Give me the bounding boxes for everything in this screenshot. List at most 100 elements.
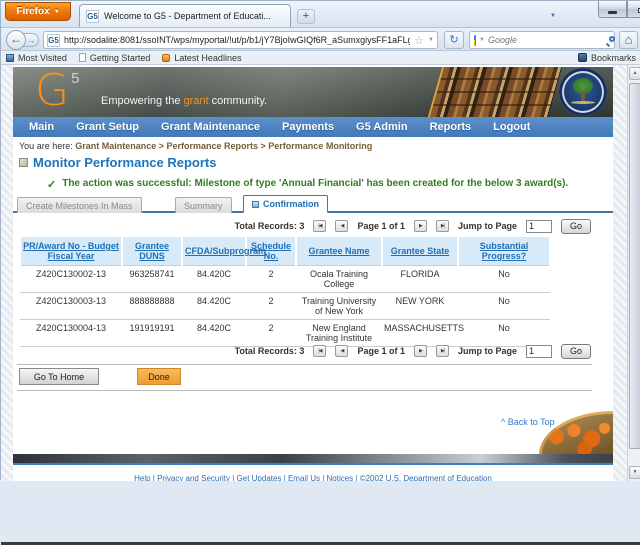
- tab-confirmation-label: Confirmation: [263, 199, 319, 209]
- bookmark-label: Most Visited: [18, 53, 67, 63]
- column-header-pr-award-no[interactable]: PR/Award No - Budget Fiscal Year: [23, 241, 119, 261]
- most-visited-icon: [6, 54, 14, 62]
- cell-award-no: Z420C130002-13: [20, 266, 122, 293]
- bookmark-star-icon[interactable]: ☆: [414, 34, 424, 47]
- previous-page-button[interactable]: ◀: [335, 220, 348, 232]
- page-icon: [79, 53, 86, 62]
- tab-create-milestones-in-mass[interactable]: Create Milestones In Mass: [17, 197, 142, 213]
- scroll-up-icon[interactable]: ▲: [629, 67, 640, 80]
- cell-cfda: 84.420C: [182, 266, 246, 293]
- page-content: G5 Empowering the grant community. Main …: [13, 65, 613, 481]
- menu-item-main[interactable]: Main: [29, 121, 54, 133]
- column-header-grantee-name[interactable]: Grantee Name: [308, 246, 369, 256]
- footer-image-bar: [13, 454, 613, 463]
- search-engine-dropdown-icon[interactable]: ▼: [479, 37, 485, 43]
- bookmarks-menu-label: Bookmarks: [591, 53, 636, 63]
- menu-item-payments[interactable]: Payments: [282, 121, 334, 133]
- divider: [17, 364, 592, 365]
- restore-button[interactable]: [627, 1, 640, 18]
- page-title-row: Monitor Performance Reports: [19, 155, 216, 170]
- page-count-label: Page 1 of 1: [357, 346, 405, 356]
- vertical-scrollbar[interactable]: ▲ ▼: [627, 65, 640, 481]
- bookmark-label: Getting Started: [90, 53, 151, 63]
- g5-logo: G5: [35, 67, 77, 116]
- tab-summary[interactable]: Summary: [175, 197, 232, 213]
- search-input[interactable]: [488, 35, 605, 45]
- next-page-button[interactable]: ▶: [414, 345, 427, 357]
- jump-to-page-label: Jump to Page: [458, 346, 517, 356]
- last-page-button[interactable]: ▶|: [436, 220, 449, 232]
- table-row: Z420C130003-13 888888888 84.420C 2 Train…: [20, 293, 550, 320]
- done-button[interactable]: Done: [137, 368, 181, 385]
- tagline-prefix: Empowering the: [101, 95, 184, 107]
- search-box[interactable]: ▼: [469, 31, 615, 49]
- menu-item-logout[interactable]: Logout: [493, 121, 530, 133]
- success-message-row: ✓ The action was successful: Milestone o…: [47, 178, 568, 191]
- tab-confirmation[interactable]: Confirmation: [243, 195, 328, 213]
- next-page-button[interactable]: ▶: [414, 220, 427, 232]
- tagline-highlight: grant: [184, 95, 209, 107]
- g5-favicon-icon: G5: [86, 10, 99, 23]
- cell-substantial-progress: No: [458, 266, 550, 293]
- menu-item-grant-setup[interactable]: Grant Setup: [76, 121, 139, 133]
- google-logo-icon[interactable]: [474, 35, 476, 46]
- jump-to-page-input[interactable]: [526, 220, 552, 233]
- table-header-row: PR/Award No - Budget Fiscal Year Grantee…: [20, 237, 550, 266]
- go-to-home-button[interactable]: Go To Home: [19, 368, 99, 385]
- cell-grantee-name: Training University of New York: [296, 293, 382, 320]
- page-viewport: G5 Empowering the grant community. Main …: [1, 65, 640, 481]
- column-header-substantial-progress[interactable]: Substantial Progress?: [480, 241, 529, 261]
- cell-schedule: 2: [246, 293, 296, 320]
- column-header-grantee-state[interactable]: Grantee State: [391, 246, 450, 256]
- cell-award-no: Z420C130003-13: [20, 293, 122, 320]
- g5-favicon-icon: G5: [47, 34, 60, 47]
- page-left-margin: [1, 65, 13, 481]
- seal-ground: [571, 101, 595, 104]
- scroll-down-icon[interactable]: ▼: [629, 466, 640, 479]
- jump-to-page-input[interactable]: [526, 345, 552, 358]
- browser-tab[interactable]: G5 Welcome to G5 - Department of Educati…: [79, 4, 291, 27]
- minimize-button[interactable]: [598, 1, 627, 18]
- url-bar[interactable]: G5 ☆ ▼: [43, 31, 438, 49]
- bookmarks-menu-button[interactable]: Bookmarks: [578, 53, 636, 63]
- caret-up-icon: ^: [501, 417, 505, 427]
- home-button[interactable]: ⌂: [619, 31, 638, 49]
- results-table: PR/Award No - Budget Fiscal Year Grantee…: [19, 237, 551, 347]
- content-tabstrip: Create Milestones In Mass Summary Confir…: [13, 195, 613, 213]
- scrollbar-thumb[interactable]: [629, 83, 640, 449]
- footer-accent-line: [13, 463, 613, 465]
- menu-item-reports[interactable]: Reports: [430, 121, 472, 133]
- chevron-down-icon: ▼: [54, 9, 60, 15]
- pagination-top: Total Records: 3 |◀ ◀ Page 1 of 1 ▶ ▶| J…: [13, 217, 613, 235]
- department-of-education-seal: [559, 68, 607, 116]
- firefox-menu-button[interactable]: Firefox ▼: [5, 2, 71, 21]
- page-count-label: Page 1 of 1: [357, 221, 405, 231]
- go-button[interactable]: Go: [561, 219, 591, 234]
- breadcrumb-path[interactable]: Grant Maintenance > Performance Reports …: [75, 141, 372, 151]
- first-page-button[interactable]: |◀: [313, 345, 326, 357]
- menu-item-g5-admin[interactable]: G5 Admin: [356, 121, 408, 133]
- page-right-margin: [613, 65, 627, 481]
- previous-page-button[interactable]: ◀: [335, 345, 348, 357]
- search-icon[interactable]: [608, 35, 610, 46]
- g5-banner: G5 Empowering the grant community.: [13, 67, 613, 117]
- jump-to-page-label: Jump to Page: [458, 221, 517, 231]
- last-page-button[interactable]: ▶|: [436, 345, 449, 357]
- menu-item-grant-maintenance[interactable]: Grant Maintenance: [161, 121, 260, 133]
- go-button[interactable]: Go: [561, 344, 591, 359]
- window-controls: ×: [598, 1, 640, 18]
- bookmark-latest-headlines[interactable]: Latest Headlines: [162, 53, 241, 63]
- cell-schedule: 2: [246, 266, 296, 293]
- page-title: Monitor Performance Reports: [33, 155, 216, 170]
- reload-button[interactable]: ↻: [444, 31, 464, 49]
- back-button[interactable]: ←: [6, 30, 26, 50]
- bookmark-most-visited[interactable]: Most Visited: [6, 53, 67, 63]
- first-page-button[interactable]: |◀: [313, 220, 326, 232]
- tab-marker-icon: [252, 201, 259, 208]
- url-dropdown-icon[interactable]: ▼: [428, 37, 434, 43]
- bookmark-getting-started[interactable]: Getting Started: [79, 53, 151, 63]
- list-tabs-icon[interactable]: ▼: [550, 13, 556, 19]
- column-header-grantee-duns[interactable]: Grantee DUNS: [135, 241, 169, 261]
- new-tab-button[interactable]: +: [297, 9, 315, 24]
- url-input[interactable]: [64, 35, 410, 45]
